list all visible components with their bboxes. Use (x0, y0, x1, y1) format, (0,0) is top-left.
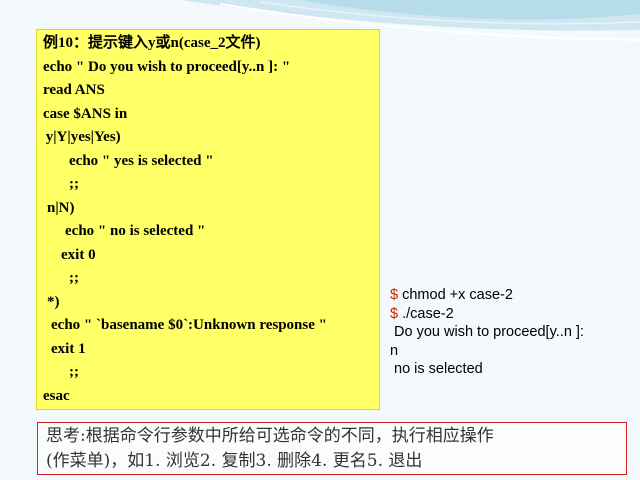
code-line: case $ANS in (43, 106, 128, 122)
question-line: (作菜单)，如1. 浏览2. 复制3. 删除4. 更名5. 退出 (46, 451, 423, 471)
terminal-line: $ chmod +x case-2 (390, 286, 635, 305)
terminal-command: chmod +x case-2 (398, 287, 513, 303)
code-line: y|Y|yes|Yes) (42, 129, 121, 145)
code-line: echo " no is selected " (65, 223, 206, 239)
shell-prompt: $ (390, 305, 399, 322)
terminal-command: ./case-2 (398, 305, 454, 322)
terminal-line: $ ./case-2 (390, 305, 635, 324)
code-line: read ANS (43, 82, 105, 98)
terminal-output-line: Do you wish to proceed[y..n ]: (390, 324, 584, 340)
code-line: esac (43, 388, 70, 404)
code-title: 例10：提示键入y或n(case_2文件) (43, 35, 261, 51)
code-line: echo " yes is selected " (69, 153, 214, 169)
terminal-output: $ chmod +x case-2 $ ./case-2 Do you wish… (390, 286, 635, 379)
code-line: ;; (69, 270, 79, 286)
code-line: exit 1 (51, 341, 86, 357)
code-line: n|N) (47, 200, 75, 216)
code-line: echo " Do you wish to proceed[y..n ]: " (43, 59, 291, 75)
code-line: ;; (69, 364, 79, 380)
code-line: *) (47, 294, 60, 310)
terminal-output-line: n (390, 342, 399, 359)
code-line: echo " `basename $0`:Unknown response " (51, 317, 327, 333)
code-example-box: 例10：提示键入y或n(case_2文件) echo " Do you wish… (36, 29, 380, 410)
code-line: exit 0 (61, 247, 96, 263)
terminal-output-line: no is selected (390, 361, 483, 377)
question-line: 思考:根据命令行参数中所给可选命令的不同，执行相应操作 (46, 426, 494, 446)
shell-prompt: $ (390, 287, 399, 303)
code-line: ;; (69, 176, 79, 192)
thinking-question-box: 思考:根据命令行参数中所给可选命令的不同，执行相应操作 (作菜单)，如1. 浏览… (37, 422, 627, 475)
